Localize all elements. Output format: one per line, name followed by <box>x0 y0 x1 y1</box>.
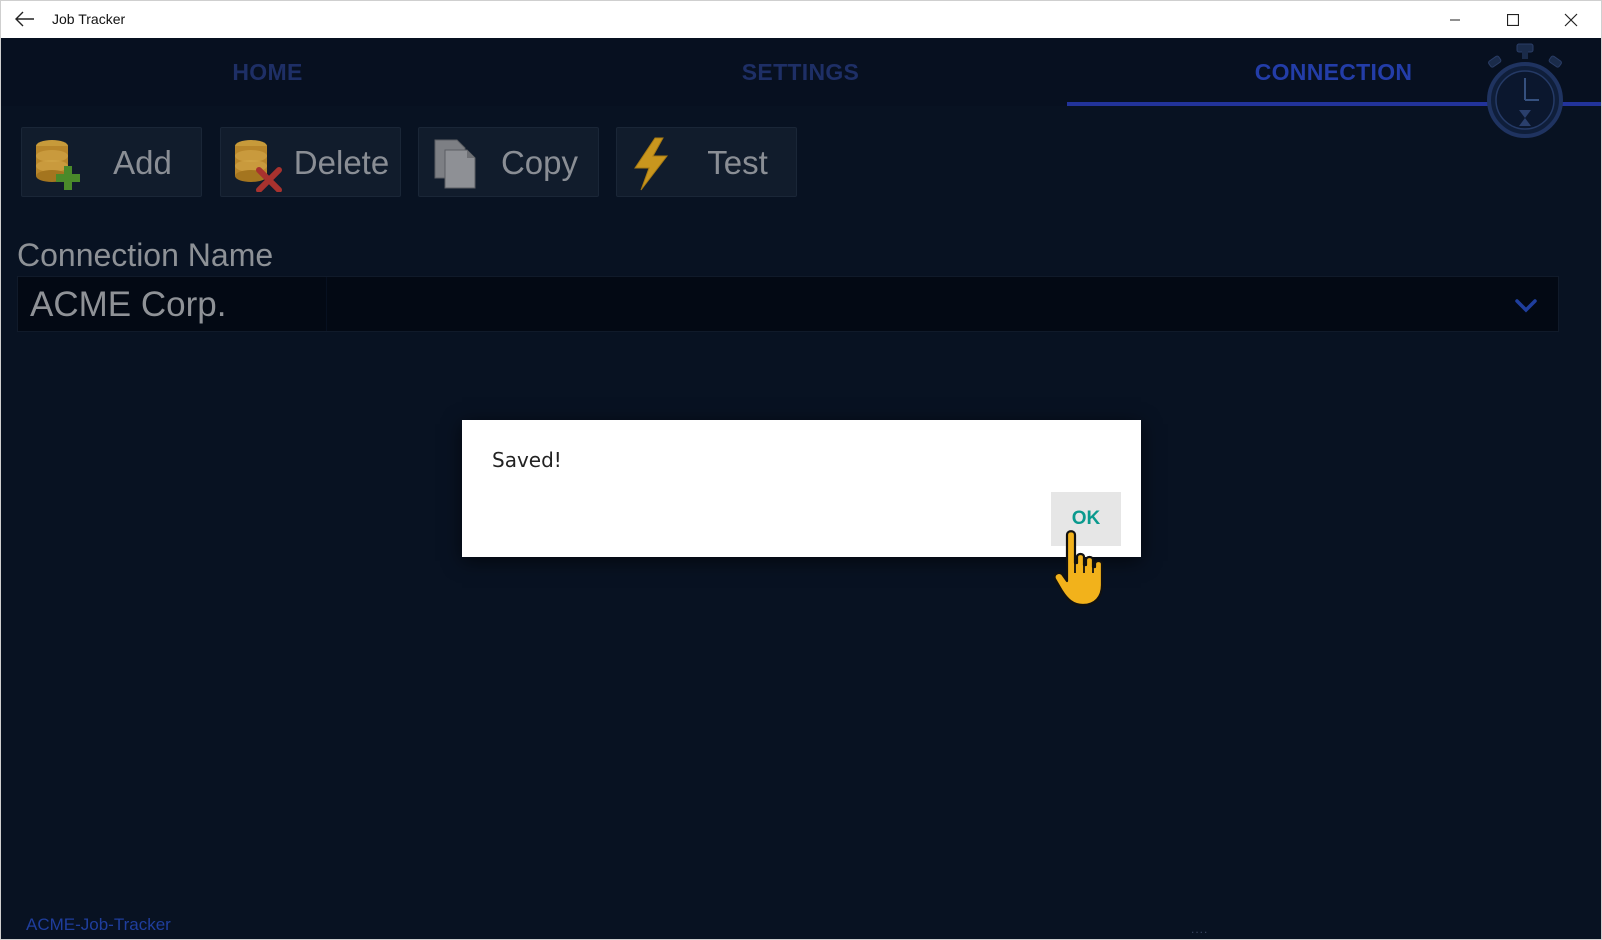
copy-button[interactable]: Copy <box>418 127 599 197</box>
tab-bar: HOME SETTINGS CONNECTION <box>1 38 1601 106</box>
database-delete-icon <box>235 140 282 192</box>
stopwatch-icon <box>1487 43 1563 138</box>
footer-dots: .... <box>1191 922 1209 936</box>
add-label: Add <box>113 144 172 181</box>
test-label: Test <box>707 144 768 181</box>
connection-name-dropdown[interactable]: ACME Corp. <box>17 276 1559 332</box>
back-button[interactable] <box>11 7 39 31</box>
add-button[interactable]: Add <box>21 127 202 197</box>
chevron-down-icon <box>1515 299 1537 313</box>
delete-label: Delete <box>293 144 390 181</box>
arrow-left-icon <box>15 11 34 27</box>
maximize-icon <box>1507 13 1519 26</box>
copy-documents-icon <box>434 139 476 189</box>
connection-name-label: Connection Name <box>17 237 274 273</box>
tab-settings[interactable]: SETTINGS <box>534 38 1067 106</box>
connection-name-value: ACME Corp. <box>30 285 227 324</box>
close-button[interactable] <box>1542 1 1600 38</box>
delete-button[interactable]: Delete <box>220 127 401 197</box>
maximize-button[interactable] <box>1484 1 1542 38</box>
lightning-icon <box>634 137 669 191</box>
app-window: Job Tracker HOME SETTINGS CONNECTION Add… <box>0 0 1602 940</box>
minimize-icon <box>1450 19 1460 20</box>
test-button[interactable]: Test <box>616 127 797 197</box>
tab-home[interactable]: HOME <box>1 38 534 106</box>
minimize-button[interactable] <box>1426 1 1484 38</box>
saved-dialog: Saved! OK <box>462 420 1141 557</box>
close-icon <box>1564 13 1578 26</box>
copy-label: Copy <box>500 144 579 181</box>
combo-divider <box>326 277 327 331</box>
hand-cursor-icon <box>1053 530 1104 607</box>
footer-app-name: ACME-Job-Tracker <box>26 915 171 934</box>
dialog-message: Saved! <box>492 448 562 472</box>
database-add-icon <box>36 140 80 190</box>
window-title: Job Tracker <box>52 11 126 27</box>
title-bar: Job Tracker <box>1 1 1601 38</box>
